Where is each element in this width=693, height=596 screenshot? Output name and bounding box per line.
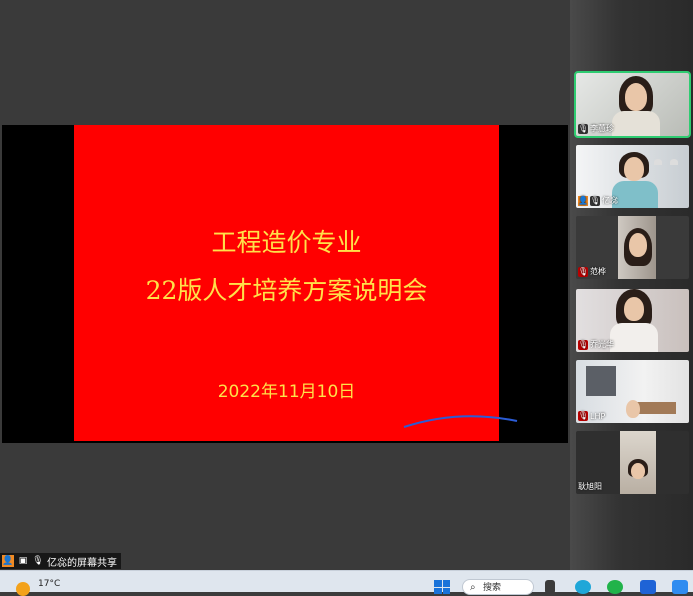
host-icon: 👤 [2, 555, 14, 567]
participant-tile[interactable]: 🎙 李蕙珍 [574, 71, 691, 138]
participant-tile[interactable]: 👤 🎙 亿惢 [576, 145, 689, 208]
microphone-icon: 🎙 [590, 195, 601, 206]
slide-date: 2022年11月10日 [217, 382, 356, 402]
wechat-icon[interactable] [607, 580, 623, 594]
participant-name: 耿旭阳 [578, 482, 602, 491]
start-button[interactable] [434, 580, 450, 594]
annotation-pen-stroke [403, 415, 518, 428]
participant-gallery[interactable]: 🎙 李蕙珍 👤 🎙 亿惢 🎙 范桦 🎙 乔光华 🎙 LHP 耿旭阳 [570, 0, 693, 570]
participant-name: 李蕙珍 [590, 124, 614, 133]
microphone-icon: 🎙 [32, 556, 44, 566]
participant-tile[interactable]: 🎙 LHP [576, 360, 689, 423]
meeting-app-icon[interactable] [672, 580, 688, 594]
taskbar-search-box[interactable]: ⌕ 搜索 [462, 579, 534, 595]
edge-browser-icon[interactable] [575, 580, 591, 594]
host-icon: 👤 [578, 195, 588, 206]
microphone-muted-icon: 🎙 [578, 266, 589, 277]
app-icon[interactable] [640, 580, 656, 594]
search-icon: ⌕ [470, 582, 476, 593]
slide-title: 工程造价专业 [211, 228, 362, 257]
microphone-muted-icon: 🎙 [578, 411, 589, 421]
participant-tile[interactable]: 🎙 范桦 [576, 216, 689, 279]
participant-name: LHP [590, 411, 606, 421]
participant-name: 亿惢 [602, 196, 618, 205]
shared-screen: 工程造价专业 22版人才培养方案说明会 2022年11月10日 [2, 125, 568, 443]
share-status-label: 亿惢的屏幕共享 [47, 557, 117, 569]
screen-share-indicator[interactable]: 👤 ▣ 🎙 亿惢的屏幕共享 [0, 553, 121, 569]
windows-taskbar: 17°C ⌕ 搜索 [0, 570, 693, 596]
shared-screen-area: 工程造价专业 22版人才培养方案说明会 2022年11月10日 [0, 0, 570, 570]
weather-sun-icon[interactable] [16, 582, 30, 596]
task-view-icon[interactable] [545, 580, 555, 594]
participant-name: 范桦 [590, 267, 606, 276]
microphone-icon: 🎙 [578, 123, 589, 134]
screen-share-icon: ▣ [18, 556, 28, 566]
search-label: 搜索 [483, 583, 502, 593]
microphone-muted-icon: 🎙 [578, 339, 589, 350]
participant-name: 乔光华 [590, 340, 614, 349]
participant-tile[interactable]: 🎙 乔光华 [576, 289, 689, 352]
presentation-slide: 工程造价专业 22版人才培养方案说明会 2022年11月10日 [74, 125, 518, 441]
participant-tile[interactable]: 耿旭阳 [576, 431, 689, 494]
temperature-label[interactable]: 17°C [38, 579, 60, 589]
slide-subtitle: 22版人才培养方案说明会 [145, 276, 428, 305]
